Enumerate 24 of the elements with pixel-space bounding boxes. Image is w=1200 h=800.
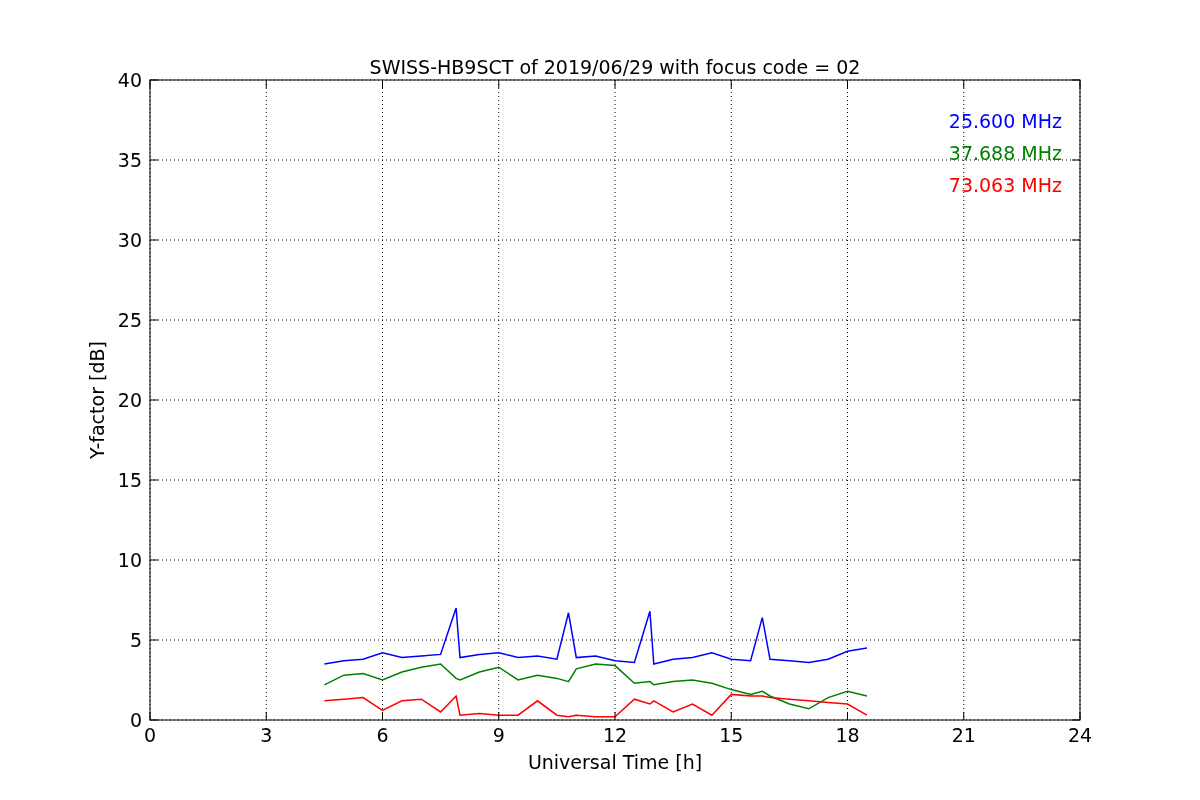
tick-label: 35 <box>117 149 142 171</box>
legend-entry: 25.600 MHz <box>948 110 1062 132</box>
tick-label: 9 <box>492 724 505 746</box>
tick-label: 15 <box>719 724 744 746</box>
y-axis-label: Y-factor [dB] <box>86 341 108 459</box>
tick-label: 0 <box>143 724 157 746</box>
chart-title: SWISS-HB9SCT of 2019/06/29 with focus code = 02 <box>369 56 861 78</box>
tick-label: 24 <box>1067 724 1093 746</box>
tick-label: 25 <box>117 309 142 331</box>
tick-label: 21 <box>951 724 976 746</box>
tick-label: 12 <box>602 724 628 746</box>
tick-label: 5 <box>129 629 142 651</box>
tick-label: 3 <box>260 724 273 746</box>
x-axis-label: Universal Time [h] <box>527 751 703 773</box>
legend-entry: 73.063 MHz <box>948 174 1062 196</box>
legend-entry: 37.688 MHz <box>948 142 1062 164</box>
tick-label: 18 <box>835 724 860 746</box>
tick-label: 15 <box>117 469 142 491</box>
tick-label: 10 <box>117 549 142 571</box>
tick-label: 0 <box>129 709 142 731</box>
tick-label: 40 <box>117 69 142 91</box>
tick-label: 6 <box>376 724 389 746</box>
tick-label: 20 <box>117 389 142 411</box>
tick-label: 30 <box>117 229 142 251</box>
